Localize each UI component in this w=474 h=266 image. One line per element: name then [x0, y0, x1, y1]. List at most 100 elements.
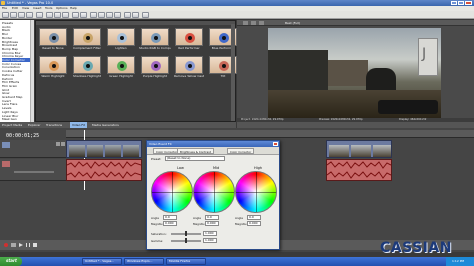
- save-icon[interactable]: [18, 12, 25, 18]
- high-angle-field[interactable]: 0.0: [247, 215, 261, 220]
- timeline-ruler[interactable]: [66, 130, 474, 138]
- taskbar-vegas[interactable]: Untitled * - Vegas...: [82, 258, 122, 265]
- color-wheel-mid[interactable]: [193, 171, 235, 213]
- new-project-icon[interactable]: [2, 12, 9, 18]
- overlays-icon[interactable]: [251, 21, 256, 25]
- mid-angle-field[interactable]: 0.0: [205, 215, 219, 220]
- open-icon[interactable]: [10, 12, 17, 18]
- auto-crossfade-icon[interactable]: [132, 12, 139, 18]
- eye-pupil: [188, 36, 192, 40]
- selection-tool-icon[interactable]: [106, 12, 113, 18]
- color-wheel-high[interactable]: [235, 171, 277, 213]
- fx-preset-tile[interactable]: Shadows Highlight: [73, 56, 101, 81]
- gamma-field[interactable]: 1.000: [203, 238, 217, 243]
- zoom-tool-icon[interactable]: [114, 12, 121, 18]
- saturation-thumb[interactable]: [185, 231, 187, 236]
- play-icon[interactable]: [19, 243, 23, 247]
- eye-thumbnail-icon: [141, 28, 169, 46]
- record-icon[interactable]: [4, 243, 8, 247]
- building-shape: [268, 50, 328, 90]
- pause-icon[interactable]: [26, 243, 30, 247]
- render-icon[interactable]: [26, 12, 33, 18]
- fx-preset-tile[interactable]: Studio RGB to Computer RGB: [139, 28, 171, 53]
- video-track-header[interactable]: [0, 140, 66, 158]
- fx-chain-tab-3[interactable]: Color Corrector: [227, 148, 255, 154]
- tab-transitions[interactable]: Transitions: [46, 123, 62, 127]
- dialog-close-icon[interactable]: [273, 142, 278, 146]
- mid-magnitude-field[interactable]: 0.000: [205, 221, 219, 226]
- volume-slider[interactable]: [14, 171, 54, 173]
- help-icon[interactable]: [142, 12, 149, 18]
- minimize-button[interactable]: [451, 1, 457, 5]
- video-clip-2[interactable]: [326, 140, 392, 158]
- taskbar-vegas-label: Untitled * - Vegas...: [85, 259, 115, 263]
- tab-explorer[interactable]: Explorer: [28, 123, 41, 127]
- fx-preset-tile[interactable]: Green Highlight: [107, 56, 135, 81]
- clip-thumb-3: [105, 145, 121, 157]
- solo-track-icon[interactable]: [61, 142, 65, 146]
- fx-chain-tab-2[interactable]: Brightness & Contrast: [177, 148, 214, 154]
- copy-snapshot-icon[interactable]: [259, 21, 264, 25]
- gamma-thumb[interactable]: [185, 238, 187, 243]
- mute-track-icon[interactable]: [56, 142, 60, 146]
- tab-media-generators[interactable]: Media Generators: [92, 123, 119, 127]
- loop-icon[interactable]: [11, 243, 16, 247]
- paste-icon[interactable]: [62, 12, 69, 18]
- taskbar-explorer[interactable]: Windows Explo...: [124, 258, 164, 265]
- hud-weapon: [378, 100, 438, 114]
- tower-shape: [418, 38, 438, 76]
- eye-thumbnail-icon: [141, 56, 169, 74]
- stop-icon[interactable]: [33, 243, 37, 247]
- fx-preset-tile[interactable]: Remove Yellow Cast: [174, 56, 204, 81]
- system-tray: 1:12 PM: [446, 257, 474, 266]
- fx-preset-tile[interactable]: Purple Highlight: [141, 56, 169, 81]
- clip-thumb-2: [87, 145, 103, 157]
- fx-preset-label: Purple Highlight: [143, 75, 167, 78]
- fx-preset-label: Red Performer: [178, 47, 200, 50]
- presets-scrollbar[interactable]: [231, 24, 235, 121]
- eye-pupil: [52, 36, 56, 40]
- maximize-button[interactable]: [458, 1, 464, 5]
- video-clip-1[interactable]: [66, 140, 142, 158]
- preview-toolbar: Best (Full): [237, 20, 474, 26]
- split-screen-icon[interactable]: [243, 21, 248, 25]
- audio-clip-1[interactable]: [66, 159, 142, 181]
- high-magnitude-field[interactable]: 0.000: [247, 221, 261, 226]
- taskbar-firefox[interactable]: Mozilla Firefox: [166, 258, 206, 265]
- saturation-field[interactable]: 1.000: [203, 231, 217, 236]
- color-wheel-low[interactable]: [151, 171, 193, 213]
- eye-thumbnail-icon: [39, 56, 67, 74]
- fx-preset-tile[interactable]: Reset to None: [39, 28, 67, 53]
- preview-quality[interactable]: Best (Full): [285, 20, 300, 26]
- low-magnitude-value: 0.000: [165, 221, 174, 225]
- tree-item[interactable]: Mask Gen: [2, 117, 17, 121]
- fx-preset-tile[interactable]: Red Performer: [175, 28, 203, 53]
- wheel-mid-crosshair-v: [214, 172, 215, 212]
- cassian-watermark: CASSIAN: [380, 240, 452, 256]
- audio-clip-2[interactable]: [326, 159, 392, 181]
- tab-project-media[interactable]: Project Media: [2, 123, 22, 127]
- copy-icon[interactable]: [54, 12, 61, 18]
- undo-icon[interactable]: [72, 12, 79, 18]
- low-magnitude-field[interactable]: 0.000: [163, 221, 177, 226]
- saturation-label: Saturation:: [151, 232, 167, 236]
- fx-preset-tile[interactable]: Lighten: [107, 28, 135, 53]
- preset-dropdown[interactable]: (Reset to None): [165, 156, 225, 161]
- envelope-tool-icon[interactable]: [98, 12, 105, 18]
- audio-track-header[interactable]: [0, 159, 66, 181]
- eye-pupil: [222, 36, 226, 40]
- close-button[interactable]: [465, 1, 472, 5]
- redo-icon[interactable]: [80, 12, 87, 18]
- clip-thumb-5: [329, 145, 349, 157]
- properties-icon[interactable]: [36, 12, 43, 18]
- fx-preset-label: Studio RGB to Computer RGB: [139, 47, 171, 50]
- tree-scrollbar[interactable]: [30, 20, 34, 122]
- fx-preset-tile[interactable]: Complement Filter: [73, 28, 101, 53]
- cut-icon[interactable]: [46, 12, 53, 18]
- start-button[interactable]: start: [0, 257, 22, 266]
- normal-edit-tool-icon[interactable]: [90, 12, 97, 18]
- fx-preset-tile[interactable]: Warm Highlight: [39, 56, 67, 81]
- wheel-high-crosshair-v: [256, 172, 257, 212]
- low-angle-field[interactable]: 0.0: [163, 215, 177, 220]
- snapping-icon[interactable]: [124, 12, 131, 18]
